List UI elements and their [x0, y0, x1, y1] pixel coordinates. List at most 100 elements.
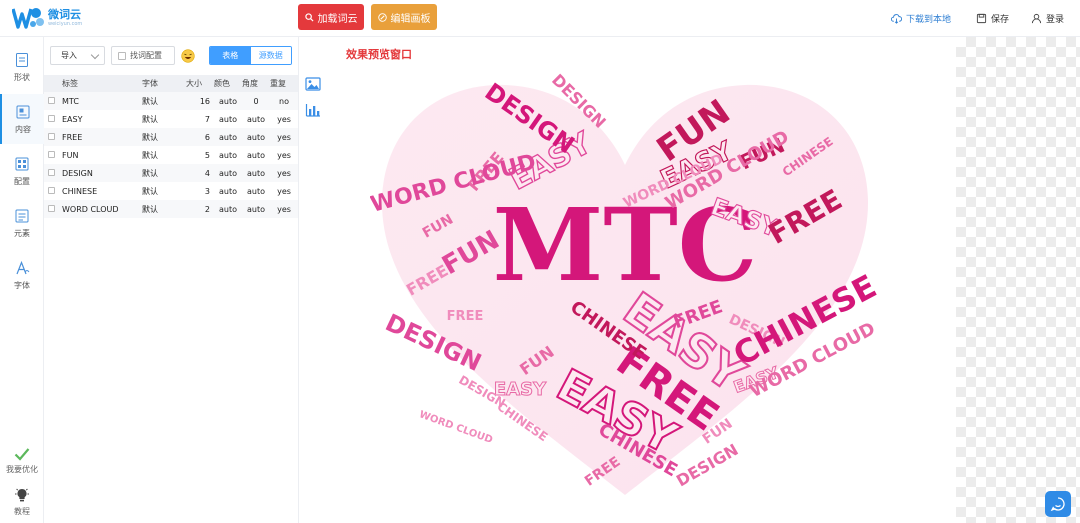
cell-repeat[interactable]: yes	[270, 164, 298, 182]
cell-font[interactable]: 默认	[142, 92, 186, 110]
cell-size[interactable]: 6	[186, 128, 214, 146]
cell-font[interactable]: 默认	[142, 182, 186, 200]
shape-icon	[16, 52, 28, 67]
logo-url: weiciyun.com	[48, 20, 83, 27]
col-font[interactable]: 字体	[142, 75, 186, 92]
cell-label[interactable]: MTC	[62, 92, 142, 110]
cell-label[interactable]: DESIGN	[62, 164, 142, 182]
cell-repeat[interactable]: yes	[270, 200, 298, 218]
chevron-down-icon	[90, 50, 100, 60]
col-label[interactable]: 标签	[62, 75, 142, 92]
logo[interactable]: 微词云 weiciyun.com	[11, 5, 83, 31]
col-repeat[interactable]: 重复	[270, 75, 298, 92]
cell-angle[interactable]: auto	[242, 128, 270, 146]
cell-label[interactable]: FREE	[62, 128, 142, 146]
cell-font[interactable]: 默认	[142, 146, 186, 164]
cell-size[interactable]: 5	[186, 146, 214, 164]
image-icon[interactable]	[305, 77, 321, 91]
cell-angle[interactable]: auto	[242, 146, 270, 164]
row-checkbox[interactable]	[48, 114, 55, 122]
rail-item-element[interactable]: 元素	[0, 198, 44, 248]
cell-repeat[interactable]: yes	[270, 146, 298, 164]
download-label: 下载到本地	[906, 14, 952, 25]
cell-color[interactable]: auto	[214, 200, 242, 218]
left-rail: 形状 内容 配置 元素 字体 我要优化 教程	[0, 37, 44, 523]
row-checkbox[interactable]	[48, 204, 55, 212]
table-row[interactable]: FREE 默认 6 auto auto yes	[44, 128, 298, 146]
cell-color[interactable]: auto	[214, 164, 242, 182]
cell-repeat[interactable]: yes	[270, 110, 298, 128]
cell-size[interactable]: 2	[186, 200, 214, 218]
col-color[interactable]: 颜色	[214, 75, 242, 92]
row-checkbox-cell	[44, 146, 62, 164]
download-button[interactable]: 下载到本地	[891, 11, 951, 25]
import-dropdown[interactable]: 导入	[50, 46, 105, 65]
col-size[interactable]: 大小	[186, 75, 214, 92]
emoji-icon[interactable]	[181, 49, 195, 63]
cell-repeat[interactable]: yes	[270, 128, 298, 146]
rail-item-config[interactable]: 配置	[0, 146, 44, 196]
cell-label[interactable]: WORD CLOUD	[62, 200, 142, 218]
cell-size[interactable]: 7	[186, 110, 214, 128]
cell-angle[interactable]: auto	[242, 182, 270, 200]
login-button[interactable]: 登录	[1031, 11, 1064, 25]
rail-item-font[interactable]: 字体	[0, 250, 44, 300]
cell-color[interactable]: auto	[214, 182, 242, 200]
tab-source[interactable]: 源数据	[250, 47, 291, 64]
cell-color[interactable]: auto	[214, 92, 242, 110]
row-checkbox[interactable]	[48, 150, 55, 158]
table-row[interactable]: MTC 默认 16 auto 0 no	[44, 92, 298, 110]
rail-element-label: 元素	[14, 228, 30, 238]
cell-color[interactable]: auto	[214, 110, 242, 128]
cell-font[interactable]: 默认	[142, 200, 186, 218]
row-checkbox[interactable]	[48, 132, 55, 140]
cell-label[interactable]: CHINESE	[62, 182, 142, 200]
optimize-button[interactable]: 我要优化	[0, 447, 44, 475]
transparent-background	[956, 37, 1080, 523]
table-row[interactable]: EASY 默认 7 auto auto yes	[44, 110, 298, 128]
cell-repeat[interactable]: yes	[270, 182, 298, 200]
support-chat-button[interactable]	[1045, 491, 1071, 517]
rail-item-content[interactable]: 内容	[0, 94, 44, 144]
cell-font[interactable]: 默认	[142, 110, 186, 128]
cell-repeat[interactable]: no	[270, 92, 298, 110]
edit-board-button[interactable]: 编辑画板	[371, 4, 437, 30]
row-checkbox[interactable]	[48, 168, 55, 176]
user-icon	[1031, 13, 1042, 23]
bar-chart-icon[interactable]	[305, 103, 321, 117]
tutorial-button[interactable]: 教程	[0, 487, 44, 517]
load-cloud-label: 加载词云	[317, 13, 358, 25]
cell-font[interactable]: 默认	[142, 164, 186, 182]
cell-size[interactable]: 3	[186, 182, 214, 200]
check-icon	[14, 448, 30, 461]
find-config-toggle[interactable]: 找词配置	[111, 46, 175, 65]
rail-config-label: 配置	[14, 176, 30, 186]
cell-label[interactable]: EASY	[62, 110, 142, 128]
table-row[interactable]: WORD CLOUD 默认 2 auto auto yes	[44, 200, 298, 218]
word-cloud-preview[interactable]: MTCEASYEASYEASY EASYEASYEASY EASYFREEFREEF…	[370, 65, 880, 515]
cell-font[interactable]: 默认	[142, 128, 186, 146]
cell-angle[interactable]: auto	[242, 110, 270, 128]
cell-angle[interactable]: auto	[242, 200, 270, 218]
find-config-checkbox[interactable]	[118, 51, 126, 60]
col-angle[interactable]: 角度	[242, 75, 270, 92]
load-cloud-button[interactable]: 加载词云	[298, 4, 364, 30]
cell-size[interactable]: 16	[186, 92, 214, 110]
cell-size[interactable]: 4	[186, 164, 214, 182]
rail-item-shape[interactable]: 形状	[0, 42, 44, 92]
table-row[interactable]: DESIGN 默认 4 auto auto yes	[44, 164, 298, 182]
rail-shape-label: 形状	[14, 72, 30, 82]
table-row[interactable]: CHINESE 默认 3 auto auto yes	[44, 182, 298, 200]
cell-color[interactable]: auto	[214, 146, 242, 164]
cell-angle[interactable]: 0	[242, 92, 270, 110]
save-button[interactable]: 保存	[976, 11, 1009, 25]
cell-angle[interactable]: auto	[242, 164, 270, 182]
table-row[interactable]: FUN 默认 5 auto auto yes	[44, 146, 298, 164]
row-checkbox-cell	[44, 182, 62, 200]
cloud-download-icon	[891, 13, 902, 24]
row-checkbox[interactable]	[48, 186, 55, 194]
cell-label[interactable]: FUN	[62, 146, 142, 164]
cell-color[interactable]: auto	[214, 128, 242, 146]
row-checkbox[interactable]	[48, 96, 55, 104]
tab-table[interactable]: 表格	[210, 47, 251, 64]
